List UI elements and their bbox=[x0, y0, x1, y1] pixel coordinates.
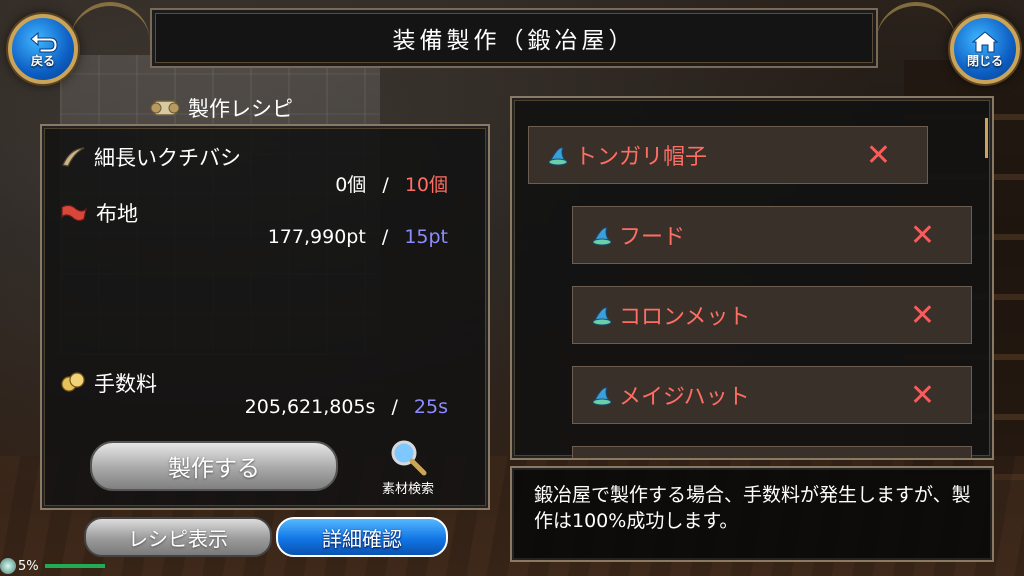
tree-item-label: コロンメット bbox=[619, 305, 751, 330]
tree-item-hood[interactable]: フード ✕ bbox=[572, 206, 972, 264]
missing-mark: ✕ bbox=[909, 377, 935, 413]
status-percent: 5% bbox=[18, 558, 39, 574]
back-button[interactable]: 戻る bbox=[8, 14, 78, 84]
material-name: 布地 bbox=[96, 202, 138, 226]
close-button-label: 閉じる bbox=[966, 53, 1003, 68]
tree-item-partial[interactable] bbox=[572, 446, 972, 458]
hat-icon bbox=[548, 147, 568, 166]
detail-check-button[interactable]: 詳細確認 bbox=[276, 517, 448, 557]
coin-icon bbox=[61, 372, 85, 392]
fee-name: 手数料 bbox=[94, 372, 157, 396]
hat-icon bbox=[592, 307, 612, 326]
missing-mark: ✕ bbox=[909, 297, 935, 333]
material-count-cloth: 177,990pt / 15pt bbox=[268, 226, 448, 248]
material-row-cloth: 布地 bbox=[60, 198, 138, 228]
hat-icon bbox=[592, 227, 612, 246]
craft-button[interactable]: 製作する bbox=[90, 441, 338, 491]
recipe-view-button[interactable]: レシピ表示 bbox=[84, 517, 272, 557]
material-name: 細長いクチバシ bbox=[94, 146, 241, 170]
back-button-label: 戻る bbox=[30, 53, 55, 68]
material-count-beak: 0個 / 10個 bbox=[335, 170, 448, 197]
tree-item-colonmet[interactable]: コロンメット ✕ bbox=[572, 286, 972, 344]
missing-mark: ✕ bbox=[909, 217, 935, 253]
back-arrow-icon bbox=[30, 31, 58, 52]
need-count: 10個 bbox=[404, 174, 448, 196]
have-count: 205,621,805s bbox=[244, 396, 376, 418]
ornament-right bbox=[876, 2, 956, 46]
need-count: 25s bbox=[413, 396, 448, 418]
tree-item-label: トンガリ帽子 bbox=[575, 145, 708, 170]
recipe-tree-panel[interactable]: トンガリ帽子 ✕ フード ✕ コロンメット ✕ メイジハット ✕ bbox=[510, 96, 994, 460]
recipe-scroll-icon bbox=[150, 100, 180, 116]
tree-item-tongari[interactable]: トンガリ帽子 ✕ bbox=[528, 126, 928, 184]
tree-item-label: フード bbox=[619, 225, 686, 250]
missing-mark: ✕ bbox=[865, 137, 891, 173]
fee-row: 手数料 bbox=[60, 368, 157, 398]
info-box: 鍛冶屋で製作する場合、手数料が発生しますが、製作は100%成功します。 bbox=[510, 466, 994, 562]
page-title: 装備製作（鍛冶屋） bbox=[392, 28, 636, 54]
fee-count: 205,621,805s / 25s bbox=[245, 396, 448, 418]
status-orb-icon bbox=[0, 558, 16, 574]
have-count: 177,990pt bbox=[267, 226, 366, 248]
material-search-label: 素材検索 bbox=[381, 482, 434, 497]
material-row-beak: 細長いクチバシ bbox=[60, 142, 241, 172]
close-button[interactable]: 閉じる bbox=[950, 14, 1020, 84]
separator: / bbox=[382, 174, 389, 196]
hat-icon bbox=[592, 387, 612, 406]
magnifier-icon bbox=[391, 440, 427, 476]
info-message: 鍛冶屋で製作する場合、手数料が発生しますが、製作は100%成功します。 bbox=[534, 484, 971, 532]
material-search-button[interactable]: 素材検索 bbox=[368, 438, 448, 498]
cloth-icon bbox=[61, 204, 87, 222]
need-count: 15pt bbox=[404, 226, 448, 248]
home-icon bbox=[971, 30, 999, 52]
recipe-title: 製作レシピ bbox=[188, 97, 293, 121]
tree-item-label: メイジハット bbox=[619, 385, 750, 410]
title-bar: 装備製作（鍛冶屋） bbox=[150, 8, 878, 68]
tree-item-mage-hat[interactable]: メイジハット ✕ bbox=[572, 366, 972, 424]
separator: / bbox=[391, 396, 398, 418]
recipe-header: 製作レシピ bbox=[150, 92, 293, 124]
separator: / bbox=[381, 226, 389, 248]
have-count: 0個 bbox=[335, 174, 367, 196]
status-gauge bbox=[44, 564, 105, 568]
ornament-left bbox=[70, 2, 150, 46]
beak-icon bbox=[62, 147, 85, 167]
scrollbar[interactable] bbox=[985, 118, 988, 158]
status-bar: 5% bbox=[0, 556, 105, 576]
